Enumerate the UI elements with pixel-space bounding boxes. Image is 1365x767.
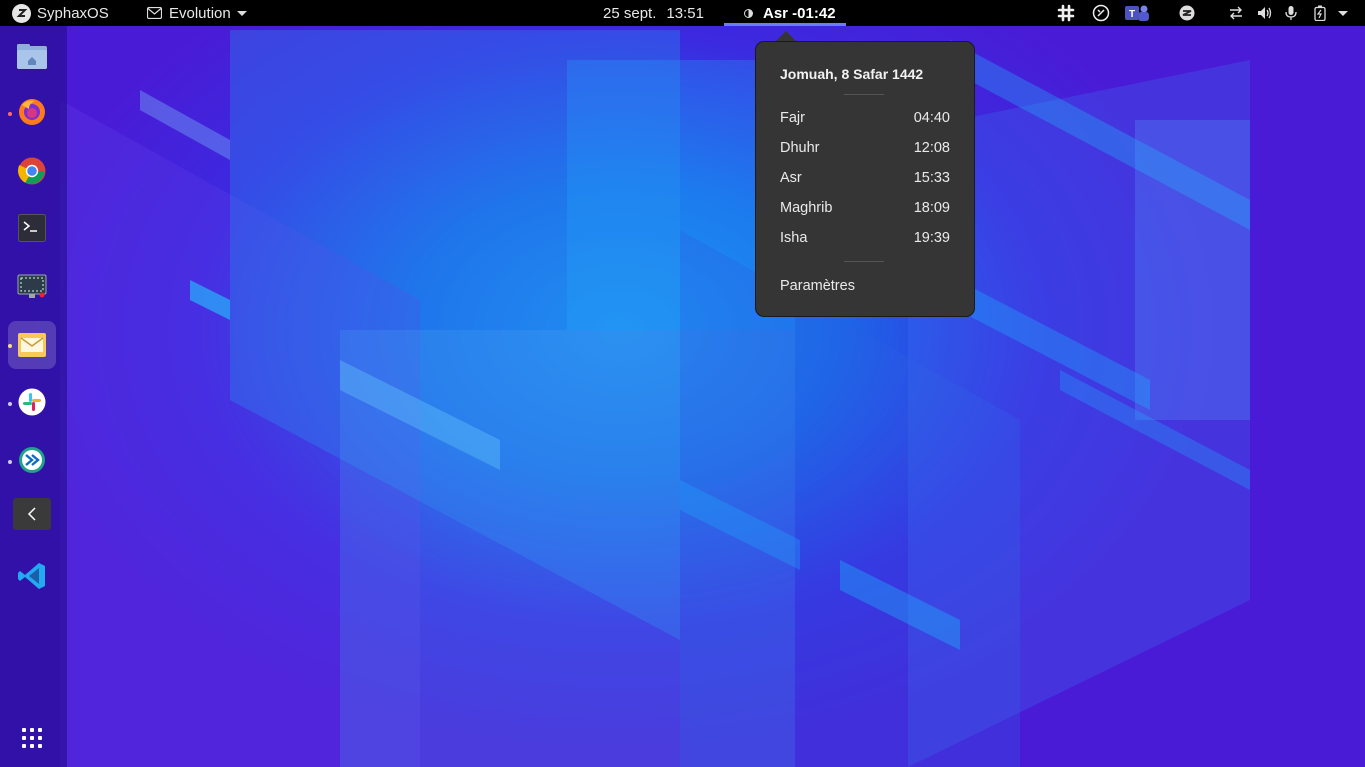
prayer-time: 12:08 (913, 140, 950, 156)
dock-item-chrome[interactable] (8, 147, 56, 195)
dock-item-screenshot[interactable] (8, 263, 56, 311)
network-icon[interactable] (1228, 0, 1244, 26)
desktop-wallpaper (0, 0, 1365, 767)
wallpaper-facets (60, 30, 1250, 767)
svg-text:T: T (1129, 9, 1135, 20)
separator (844, 94, 884, 95)
vscode-icon (18, 563, 45, 589)
top-panel: SyphaxOS Evolution 25 sept. 13:51 Asr -0… (0, 0, 1365, 26)
slack-icon (18, 388, 46, 416)
slack-tray-icon[interactable] (1057, 0, 1075, 26)
prayer-name: Isha (780, 230, 808, 246)
dock-item-collapse[interactable] (8, 490, 56, 538)
remote-desktop-icon (19, 447, 45, 473)
prayer-indicator-label: Asr -01:42 (763, 4, 836, 22)
prayer-row-dhuhr[interactable]: Dhuhr 12:08 (780, 140, 950, 160)
syphaxos-logo-icon (12, 3, 31, 23)
chevron-down-icon (236, 10, 247, 16)
time-label: 13:51 (666, 4, 704, 22)
chrome-icon (18, 157, 46, 185)
microphone-icon[interactable] (1284, 0, 1298, 26)
activities-label: SyphaxOS (37, 4, 109, 22)
dock-item-remote[interactable] (8, 436, 56, 484)
dock-item-files[interactable] (8, 32, 56, 80)
prayer-row-isha[interactable]: Isha 19:39 (780, 230, 950, 250)
teams-icon[interactable]: T (1124, 0, 1150, 26)
clock[interactable]: 25 sept. 13:51 (603, 0, 704, 26)
app-menu[interactable]: Evolution (147, 0, 247, 26)
dock-item-terminal[interactable] (8, 204, 56, 252)
prayer-row-fajr[interactable]: Fajr 04:40 (780, 110, 950, 130)
dock-item-vscode[interactable] (8, 552, 56, 600)
collapse-icon (13, 498, 51, 530)
volume-icon[interactable] (1257, 0, 1273, 26)
prayer-name: Maghrib (780, 200, 833, 216)
hijri-date-title: Jomuah, 8 Safar 1442 (780, 66, 924, 82)
separator (844, 261, 884, 262)
prayer-name: Fajr (780, 110, 805, 126)
show-apps-button[interactable] (22, 728, 42, 748)
dock-item-slack[interactable] (8, 378, 56, 426)
firefox-icon (19, 99, 45, 125)
dock-item-firefox[interactable] (8, 88, 56, 136)
battery-icon[interactable] (1314, 0, 1326, 26)
sync-tray-icon[interactable] (1178, 0, 1196, 26)
system-menu-arrow-icon[interactable] (1338, 0, 1348, 26)
prayer-name: Asr (780, 170, 802, 186)
evolution-mail-icon (18, 333, 46, 357)
settings-menu-item[interactable]: Paramètres (780, 278, 855, 294)
app-menu-label: Evolution (169, 4, 231, 22)
prayer-time: 18:09 (913, 200, 950, 216)
prayer-time: 15:33 (913, 170, 950, 186)
moon-icon (744, 8, 753, 18)
date-label: 25 sept. (603, 4, 657, 22)
activities-button[interactable]: SyphaxOS (12, 0, 109, 26)
status-circle-icon[interactable] (1092, 0, 1110, 26)
mail-icon (147, 7, 162, 19)
dock-item-evolution[interactable] (8, 321, 56, 369)
prayer-times-popup: Jomuah, 8 Safar 1442 Fajr 04:40 Dhuhr 12… (755, 41, 975, 317)
screenshot-icon (17, 274, 47, 298)
prayer-row-maghrib[interactable]: Maghrib 18:09 (780, 200, 950, 220)
prayer-time: 04:40 (913, 110, 950, 126)
prayer-name: Dhuhr (780, 140, 820, 156)
files-icon (17, 44, 47, 69)
active-indicator-underline (724, 23, 846, 26)
prayer-time: 19:39 (913, 230, 950, 246)
terminal-icon (18, 214, 46, 242)
prayer-row-asr[interactable]: Asr 15:33 (780, 170, 950, 190)
dash-dock (0, 26, 67, 767)
